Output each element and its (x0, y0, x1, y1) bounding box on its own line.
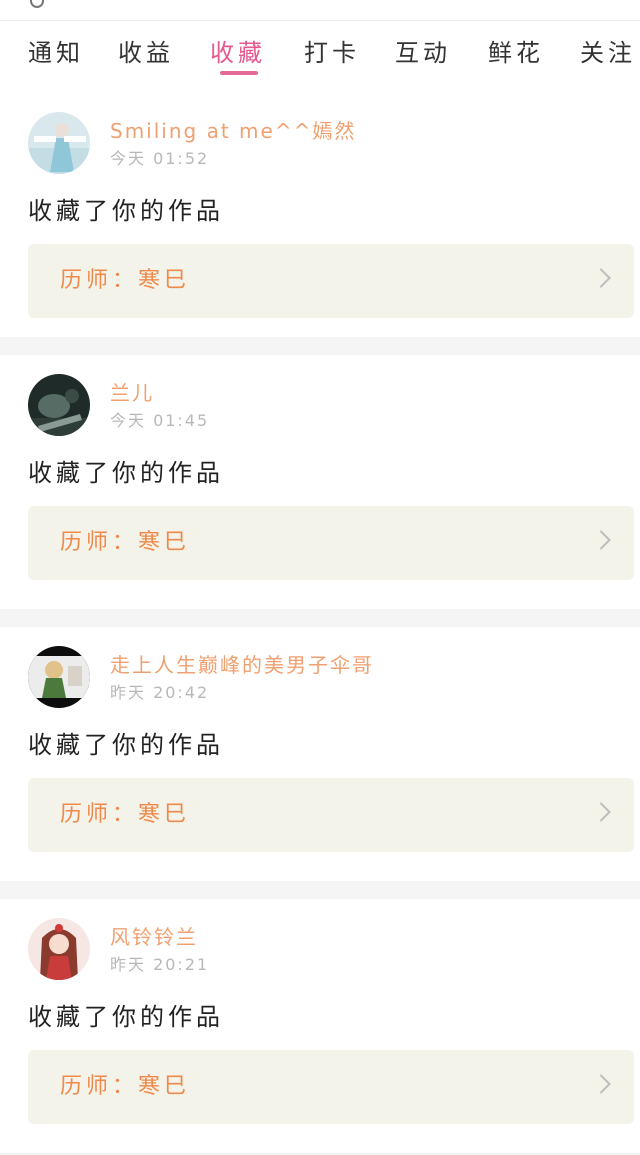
work-title: 历师：寒巳 (60, 802, 191, 827)
notification-item: 兰儿 今天 01:45 收藏了你的作品 历师：寒巳 (0, 355, 640, 609)
chevron-right-icon (591, 530, 611, 550)
work-link[interactable]: 历师：寒巳 (28, 778, 634, 852)
notification-item: 风铃铃兰 昨天 20:21 收藏了你的作品 历师：寒巳 (0, 899, 640, 1153)
notification-item: 走上人生巅峰的美男子伞哥 昨天 20:42 收藏了你的作品 历师：寒巳 (0, 627, 640, 881)
divider (0, 337, 640, 355)
active-tab-indicator (220, 71, 258, 75)
username[interactable]: Smiling at me^^嫣然 (110, 115, 356, 144)
username[interactable]: 走上人生巅峰的美男子伞哥 (110, 649, 374, 678)
work-title: 历师：寒巳 (60, 268, 191, 293)
action-text: 收藏了你的作品 (28, 1003, 224, 1031)
back-icon[interactable] (30, 0, 44, 8)
avatar-icon[interactable] (28, 112, 90, 174)
tab-interaction[interactable]: 互动 (395, 35, 451, 71)
username[interactable]: 兰儿 (110, 377, 154, 406)
avatar-icon[interactable] (28, 374, 90, 436)
work-title: 历师：寒巳 (60, 530, 191, 555)
tab-flowers[interactable]: 鲜花 (488, 35, 544, 71)
tab-checkin[interactable]: 打卡 (304, 35, 360, 71)
chevron-right-icon (591, 1074, 611, 1094)
tab-bar: 通知 收益 收藏 打卡 互动 鲜花 关注 (0, 21, 640, 93)
avatar-icon[interactable] (28, 646, 90, 708)
work-link[interactable]: 历师：寒巳 (28, 1050, 634, 1124)
tab-favorites[interactable]: 收藏 (210, 35, 266, 71)
avatar-icon[interactable] (28, 918, 90, 980)
timestamp: 今天 01:52 (110, 149, 210, 168)
timestamp: 昨天 20:42 (110, 683, 210, 702)
tab-notifications[interactable]: 通知 (28, 35, 84, 71)
work-link[interactable]: 历师：寒巳 (28, 506, 634, 580)
action-text: 收藏了你的作品 (28, 197, 224, 225)
chevron-right-icon (591, 802, 611, 822)
tab-earnings[interactable]: 收益 (118, 35, 174, 71)
timestamp: 今天 01:45 (110, 411, 210, 430)
username[interactable]: 风铃铃兰 (110, 921, 198, 950)
tab-following[interactable]: 关注 (580, 35, 636, 71)
status-strip (0, 0, 640, 21)
divider (0, 881, 640, 899)
timestamp: 昨天 20:21 (110, 955, 210, 974)
action-text: 收藏了你的作品 (28, 459, 224, 487)
work-title: 历师：寒巳 (60, 1074, 191, 1099)
action-text: 收藏了你的作品 (28, 731, 224, 759)
divider (0, 609, 640, 627)
chevron-right-icon (591, 268, 611, 288)
notification-item: Smiling at me^^嫣然 今天 01:52 收藏了你的作品 历师：寒巳 (0, 93, 640, 347)
work-link[interactable]: 历师：寒巳 (28, 244, 634, 318)
